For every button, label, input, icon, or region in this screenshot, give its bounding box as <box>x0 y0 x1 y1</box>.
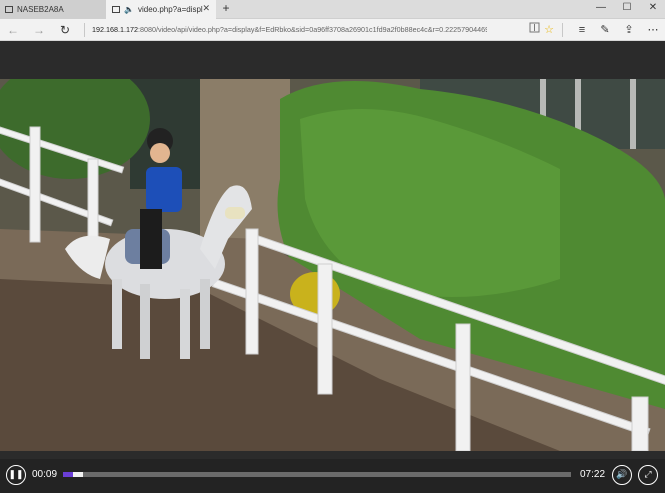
tab-title: video.php?a=displ <box>137 5 203 14</box>
progress-buffered <box>73 472 84 477</box>
tab-video[interactable]: 🔈 video.php?a=displ ✕ <box>106 0 216 19</box>
player-controls: ❚❚ 00:09 07:22 🔊 ⤢ <box>0 459 665 493</box>
tab-title: NASEB2A8A <box>17 5 64 14</box>
progress-played <box>63 472 74 477</box>
back-button[interactable]: ← <box>4 22 22 38</box>
tab-strip: NASEB2A8A 🔈 video.php?a=displ ✕ + — ☐ ✕ <box>0 0 665 19</box>
maximize-button[interactable]: ☐ <box>617 2 637 13</box>
volume-icon[interactable]: 🔊 <box>612 465 632 485</box>
tab-close-icon[interactable]: ✕ <box>202 3 210 14</box>
divider <box>562 23 563 37</box>
duration: 07:22 <box>580 469 606 480</box>
minimize-button[interactable]: — <box>591 2 611 13</box>
more-icon[interactable]: ⋯ <box>645 22 661 38</box>
address-path: :8080/video/api/video.php?a=display&f=Ed… <box>137 25 487 34</box>
video-player[interactable]: ❚❚ 00:09 07:22 🔊 ⤢ <box>0 42 665 493</box>
address-host: 192.168.1.172 <box>92 25 138 34</box>
share-icon[interactable]: ⇪ <box>621 22 637 38</box>
page-icon <box>112 6 120 13</box>
web-note-icon[interactable]: ✎ <box>597 22 613 38</box>
video-frame-image <box>0 79 665 451</box>
reading-view-icon[interactable] <box>526 22 542 38</box>
audio-playing-icon[interactable]: 🔈 <box>124 5 134 14</box>
navigation-bar: ← → ↻ 192.168.1.172:8080/video/api/video… <box>0 19 665 41</box>
pause-icon[interactable]: ❚❚ <box>6 465 26 485</box>
forward-button[interactable]: → <box>30 22 48 38</box>
progress-bar[interactable] <box>63 472 571 477</box>
address-bar[interactable]: 192.168.1.172:8080/video/api/video.php?a… <box>92 23 487 37</box>
favorite-star-icon[interactable]: ☆ <box>541 22 557 38</box>
divider <box>84 23 85 37</box>
video-frame[interactable] <box>0 79 665 451</box>
fullscreen-icon[interactable]: ⤢ <box>638 465 658 485</box>
close-window-button[interactable]: ✕ <box>643 2 663 13</box>
tab-naseb2a8a[interactable]: NASEB2A8A <box>0 0 106 19</box>
current-time: 00:09 <box>32 469 58 480</box>
hub-icon[interactable]: ≡ <box>574 22 590 38</box>
page-icon <box>5 6 13 13</box>
new-tab-button[interactable]: + <box>219 1 233 15</box>
refresh-button[interactable]: ↻ <box>56 22 74 38</box>
